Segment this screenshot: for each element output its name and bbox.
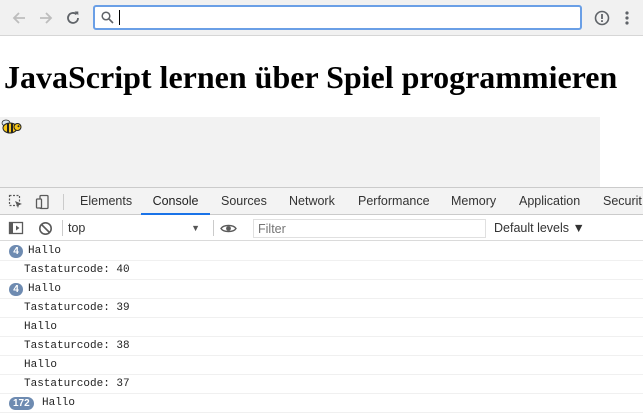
console-messages: 4 Hallo Tastaturcode: 40 4 Hallo Tastatu… — [0, 242, 643, 418]
console-message: Hallo — [42, 397, 76, 409]
tab-network[interactable]: Network — [289, 188, 335, 215]
console-message: Hallo — [28, 283, 62, 295]
console-row: Tastaturcode: 38 — [0, 337, 643, 356]
console-message: Tastaturcode: 37 — [24, 378, 130, 390]
console-row: Hallo — [0, 318, 643, 337]
context-selector[interactable]: top ▼ — [68, 219, 204, 237]
page-content: JavaScript lernen über Spiel programmier… — [0, 37, 643, 187]
search-icon — [101, 11, 114, 24]
context-label: top — [68, 221, 86, 235]
arrow-left-icon — [12, 12, 25, 24]
console-message: Hallo — [28, 245, 62, 257]
eye-icon — [219, 224, 237, 232]
devtools-tabbar: Elements Console Sources Network Perform… — [0, 188, 643, 215]
tab-application[interactable]: Application — [519, 188, 580, 215]
console-message: Tastaturcode: 39 — [24, 302, 130, 314]
inspect-element-button[interactable] — [7, 193, 25, 211]
toolbar-divider — [213, 220, 214, 236]
repeat-count-badge: 4 — [9, 283, 23, 296]
device-icon — [35, 194, 49, 210]
clear-console-button[interactable] — [36, 219, 54, 237]
tab-security[interactable]: Securit — [603, 188, 643, 215]
toolbar-divider — [62, 220, 63, 236]
arrow-right-icon — [40, 12, 53, 24]
browser-toolbar — [0, 0, 643, 36]
devtools-panel: Elements Console Sources Network Perform… — [0, 187, 643, 418]
console-row: 4 Hallo — [0, 280, 643, 299]
console-row: Hallo — [0, 356, 643, 375]
address-bar[interactable] — [93, 5, 582, 30]
tab-sources[interactable]: Sources — [221, 188, 267, 215]
address-input[interactable] — [119, 9, 569, 26]
back-button[interactable] — [8, 7, 30, 29]
tab-performance[interactable]: Performance — [358, 188, 430, 215]
three-dots-vertical-icon — [625, 11, 629, 25]
console-message: Hallo — [24, 321, 58, 333]
text-caret — [119, 10, 120, 25]
live-expression-button[interactable] — [219, 219, 237, 237]
tab-elements[interactable]: Elements — [80, 188, 132, 215]
console-message: Tastaturcode: 40 — [24, 264, 130, 276]
game-canvas[interactable] — [0, 117, 600, 187]
dropdown-arrow-icon: ▼ — [191, 223, 200, 233]
repeat-count-badge: 172 — [9, 397, 34, 410]
sidebar-toggle-icon — [8, 221, 24, 235]
console-row: 4 Hallo — [0, 242, 643, 261]
console-row: Tastaturcode: 40 — [0, 261, 643, 280]
reload-button[interactable] — [62, 7, 84, 29]
device-toolbar-button[interactable] — [34, 193, 52, 211]
console-row: 172 Hallo — [0, 394, 643, 413]
console-row: Tastaturcode: 39 — [0, 299, 643, 318]
tab-memory[interactable]: Memory — [451, 188, 496, 215]
console-filterbar: top ▼ Default levels ▼ — [0, 216, 643, 241]
toggle-sidebar-button[interactable] — [7, 219, 25, 237]
console-message: Tastaturcode: 38 — [24, 340, 130, 352]
tab-console[interactable]: Console — [141, 188, 210, 215]
repeat-count-badge: 4 — [9, 245, 23, 258]
console-filter-input[interactable] — [253, 219, 486, 238]
browser-menu-button[interactable] — [616, 7, 638, 29]
console-row: Tastaturcode: 37 — [0, 375, 643, 394]
reload-icon — [67, 11, 79, 24]
log-levels-dropdown[interactable]: Default levels ▼ — [494, 219, 585, 237]
forward-button[interactable] — [35, 7, 57, 29]
site-info-button[interactable] — [591, 7, 613, 29]
bee-icon — [1, 119, 22, 134]
info-icon — [594, 10, 610, 26]
clear-icon — [38, 221, 52, 235]
toolbar-divider — [63, 194, 64, 210]
inspect-icon — [8, 194, 22, 208]
console-message: Hallo — [24, 359, 58, 371]
page-title: JavaScript lernen über Spiel programmier… — [4, 59, 618, 95]
